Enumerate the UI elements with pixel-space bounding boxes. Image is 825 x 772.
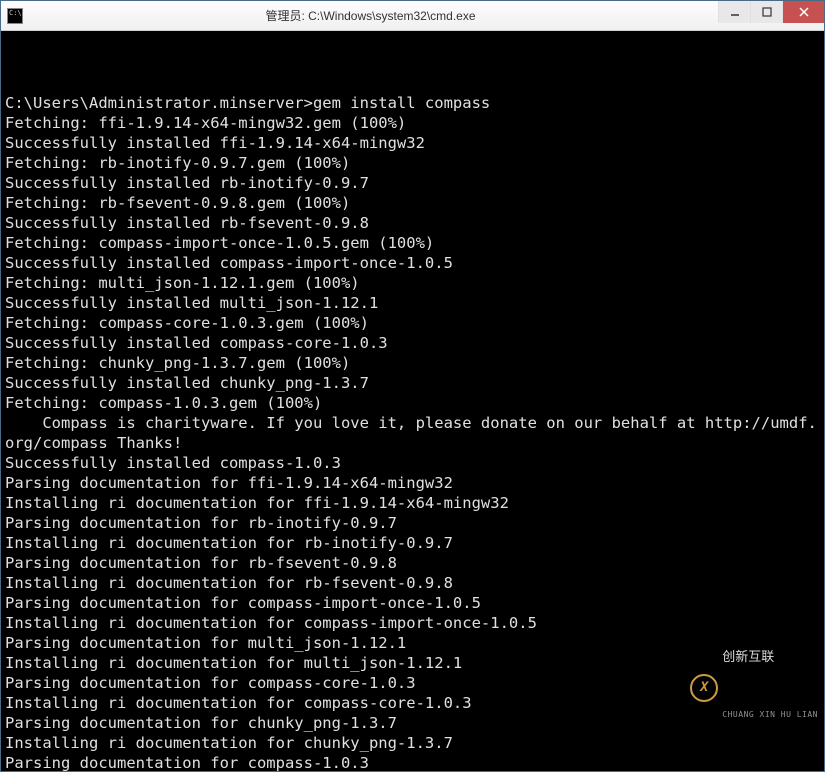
terminal-line: Fetching: compass-core-1.0.3.gem (100%) (5, 313, 820, 333)
terminal-line: Compass is charityware. If you love it, … (5, 413, 820, 453)
terminal-line: Fetching: rb-fsevent-0.9.8.gem (100%) (5, 193, 820, 213)
terminal-output[interactable]: C:\Users\Administrator.minserver>gem ins… (1, 31, 824, 771)
terminal-line: Fetching: multi_json-1.12.1.gem (100%) (5, 273, 820, 293)
watermark-main-text: 创新互联 (722, 651, 818, 665)
terminal-line: Successfully installed chunky_png-1.3.7 (5, 373, 820, 393)
watermark-logo-icon: X (690, 674, 718, 702)
terminal-line: Successfully installed compass-core-1.0.… (5, 333, 820, 353)
terminal-line: Fetching: compass-import-once-1.0.5.gem … (5, 233, 820, 253)
titlebar[interactable]: 管理员: C:\Windows\system32\cmd.exe (1, 1, 824, 31)
terminal-line: Successfully installed ffi-1.9.14-x64-mi… (5, 133, 820, 153)
window-controls (718, 1, 824, 30)
terminal-line: Fetching: ffi-1.9.14-x64-mingw32.gem (10… (5, 113, 820, 133)
watermark-sub-text: CHUANG XIN HU LIAN (722, 705, 818, 725)
terminal-line: C:\Users\Administrator.minserver>gem ins… (5, 93, 820, 113)
terminal-line: Parsing documentation for ffi-1.9.14-x64… (5, 473, 820, 493)
watermark: X 创新互联 CHUANG XIN HU LIAN (690, 611, 818, 765)
terminal-line: Successfully installed compass-import-on… (5, 253, 820, 273)
terminal-line: Successfully installed rb-inotify-0.9.7 (5, 173, 820, 193)
terminal-line: Installing ri documentation for rb-fseve… (5, 573, 820, 593)
terminal-line: Parsing documentation for rb-fsevent-0.9… (5, 553, 820, 573)
close-button[interactable] (782, 1, 824, 23)
window-title: 管理员: C:\Windows\system32\cmd.exe (23, 7, 718, 24)
terminal-line: Parsing documentation for rb-inotify-0.9… (5, 513, 820, 533)
close-icon (799, 7, 809, 17)
minimize-icon (730, 7, 740, 17)
terminal-line: Successfully installed multi_json-1.12.1 (5, 293, 820, 313)
watermark-text-block: 创新互联 CHUANG XIN HU LIAN (722, 611, 818, 765)
terminal-line: Successfully installed compass-1.0.3 (5, 453, 820, 473)
maximize-icon (762, 7, 772, 17)
terminal-line: Fetching: compass-1.0.3.gem (100%) (5, 393, 820, 413)
minimize-button[interactable] (718, 1, 750, 23)
terminal-line: Successfully installed rb-fsevent-0.9.8 (5, 213, 820, 233)
cmd-icon (7, 8, 23, 24)
maximize-button[interactable] (750, 1, 782, 23)
terminal-line: Installing ri documentation for ffi-1.9.… (5, 493, 820, 513)
terminal-line: Fetching: rb-inotify-0.9.7.gem (100%) (5, 153, 820, 173)
terminal-line: Fetching: chunky_png-1.3.7.gem (100%) (5, 353, 820, 373)
terminal-line: Installing ri documentation for rb-inoti… (5, 533, 820, 553)
cmd-window: 管理员: C:\Windows\system32\cmd.exe C:\User… (0, 0, 825, 772)
